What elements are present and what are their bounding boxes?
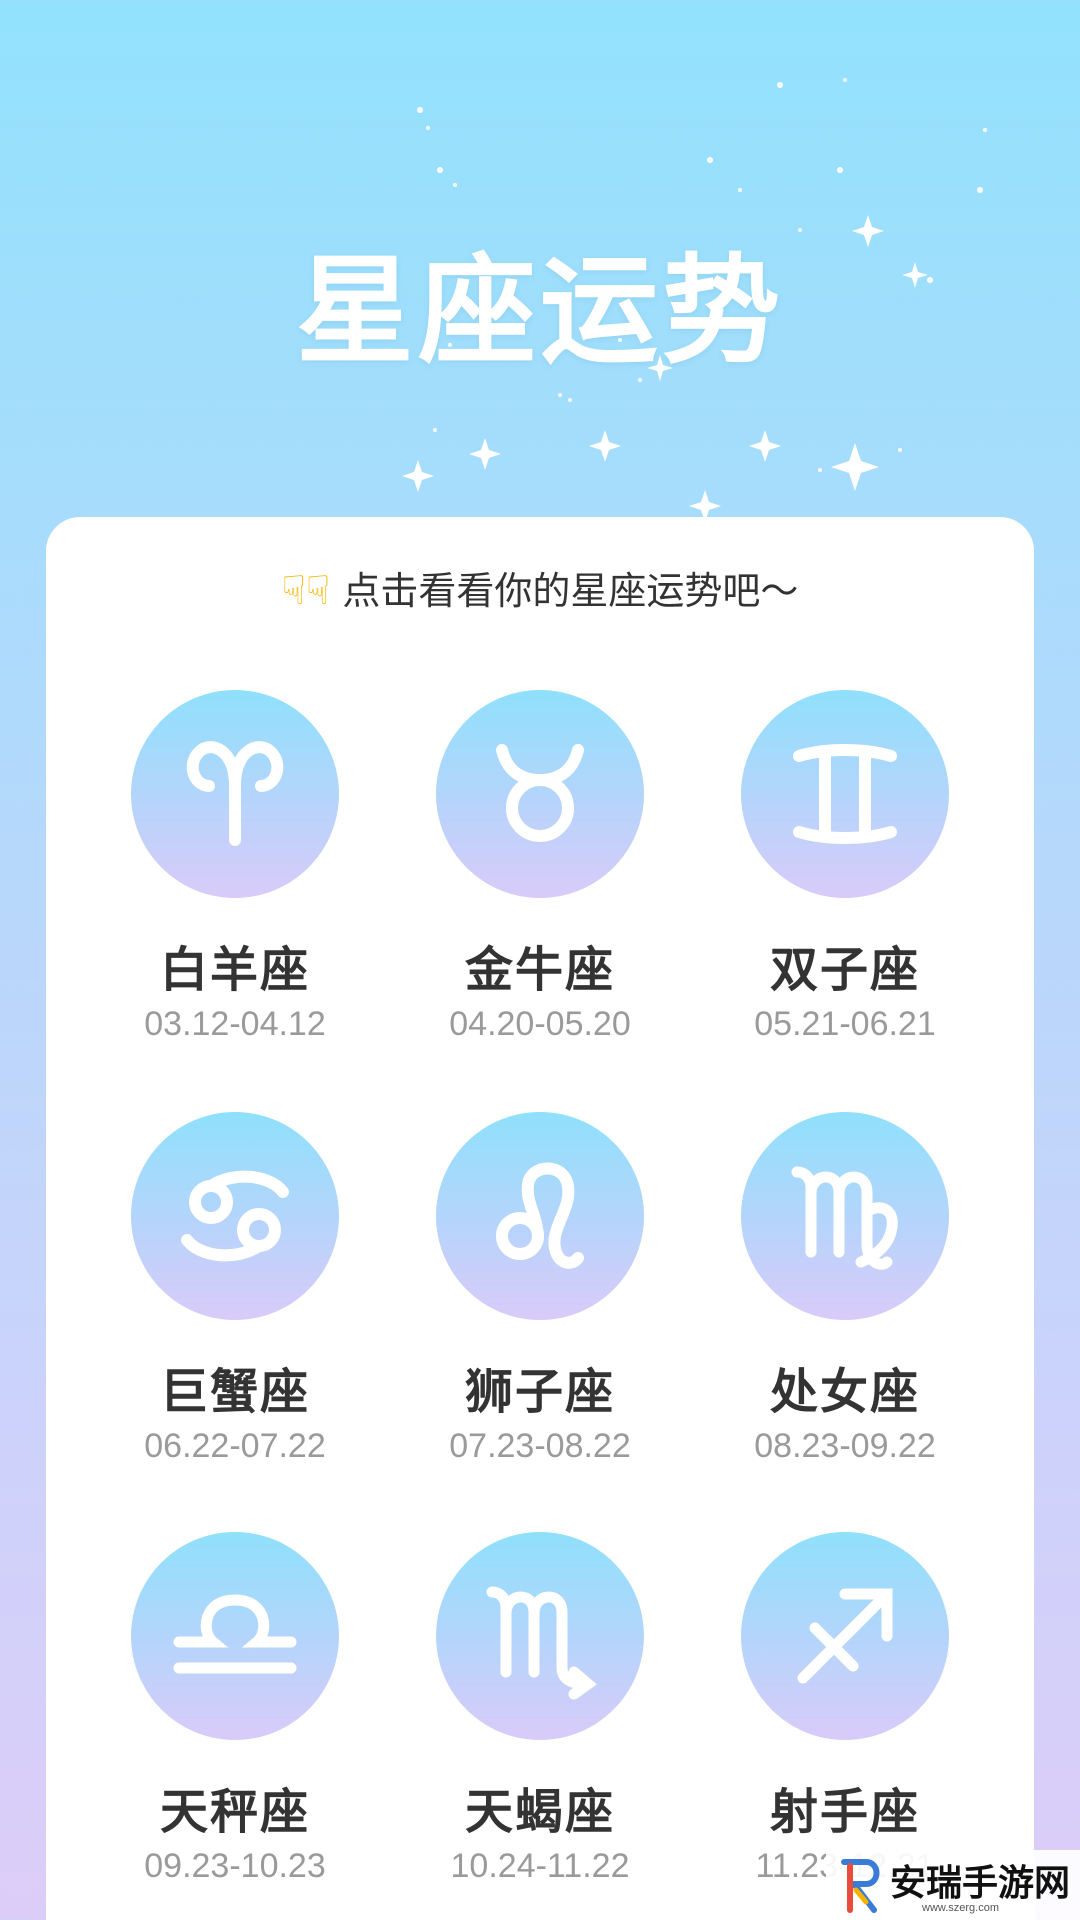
zodiac-item-taurus[interactable]: 金牛座 04.20-05.20 [390, 690, 690, 1050]
watermark-text: 安瑞手游网 [890, 1863, 1071, 1904]
scorpio-icon[interactable] [436, 1532, 644, 1740]
prompt-label: 点击看看你的星座运势吧～ [342, 569, 799, 613]
gemini-icon[interactable] [741, 690, 949, 898]
zodiac-date: 09.23-10.23 [144, 1847, 326, 1885]
zodiac-name: 双子座 [769, 942, 920, 998]
sagittarius-icon[interactable] [741, 1532, 949, 1740]
zodiac-date: 07.23-08.22 [449, 1427, 631, 1465]
zodiac-name: 射手座 [769, 1784, 920, 1840]
zodiac-item-libra[interactable]: 天秤座 09.23-10.23 [85, 1532, 385, 1892]
zodiac-date: 08.23-09.22 [754, 1427, 936, 1465]
zodiac-name: 天秤座 [159, 1784, 310, 1840]
zodiac-date: 04.20-05.20 [449, 1005, 631, 1043]
libra-icon[interactable] [131, 1532, 339, 1740]
zodiac-name: 巨蟹座 [159, 1364, 310, 1420]
site-watermark: 安瑞手游网 www.szerg.com [826, 1850, 1080, 1920]
zodiac-date: 05.21-06.21 [754, 1005, 936, 1043]
watermark-logo-icon [841, 1859, 880, 1913]
zodiac-name: 天蝎座 [464, 1784, 615, 1840]
zodiac-name: 狮子座 [464, 1364, 615, 1420]
aries-icon[interactable] [131, 690, 339, 898]
zodiac-name: 处女座 [769, 1364, 920, 1420]
zodiac-item-sagittarius[interactable]: 射手座 11.23-12.21 [695, 1532, 995, 1892]
zodiac-date: 06.22-07.22 [144, 1427, 326, 1465]
zodiac-item-leo[interactable]: 狮子座 07.23-08.22 [390, 1112, 690, 1472]
zodiac-item-gemini[interactable]: 双子座 05.21-06.21 [695, 690, 995, 1050]
watermark-url: www.szerg.com [922, 1902, 1000, 1914]
zodiac-item-aries[interactable]: 白羊座 03.12-04.12 [85, 690, 385, 1050]
prompt-text-row: ☟☟ 点击看看你的星座运势吧～ [0, 560, 1080, 615]
pointing-down-hand-icon: ☟☟ [281, 568, 331, 614]
virgo-icon[interactable] [741, 1112, 949, 1320]
zodiac-name: 金牛座 [464, 942, 615, 998]
page-title: 星座运势 [295, 242, 784, 380]
zodiac-date: 10.24-11.22 [450, 1847, 630, 1885]
zodiac-item-cancer[interactable]: 巨蟹座 06.22-07.22 [85, 1112, 385, 1472]
leo-icon[interactable] [436, 1112, 644, 1320]
taurus-icon[interactable] [436, 690, 644, 898]
zodiac-name: 白羊座 [159, 942, 310, 998]
zodiac-date: 03.12-04.12 [144, 1005, 326, 1043]
cancer-icon[interactable] [131, 1112, 339, 1320]
zodiac-item-scorpio[interactable]: 天蝎座 10.24-11.22 [390, 1532, 690, 1892]
zodiac-item-virgo[interactable]: 处女座 08.23-09.22 [695, 1112, 995, 1472]
